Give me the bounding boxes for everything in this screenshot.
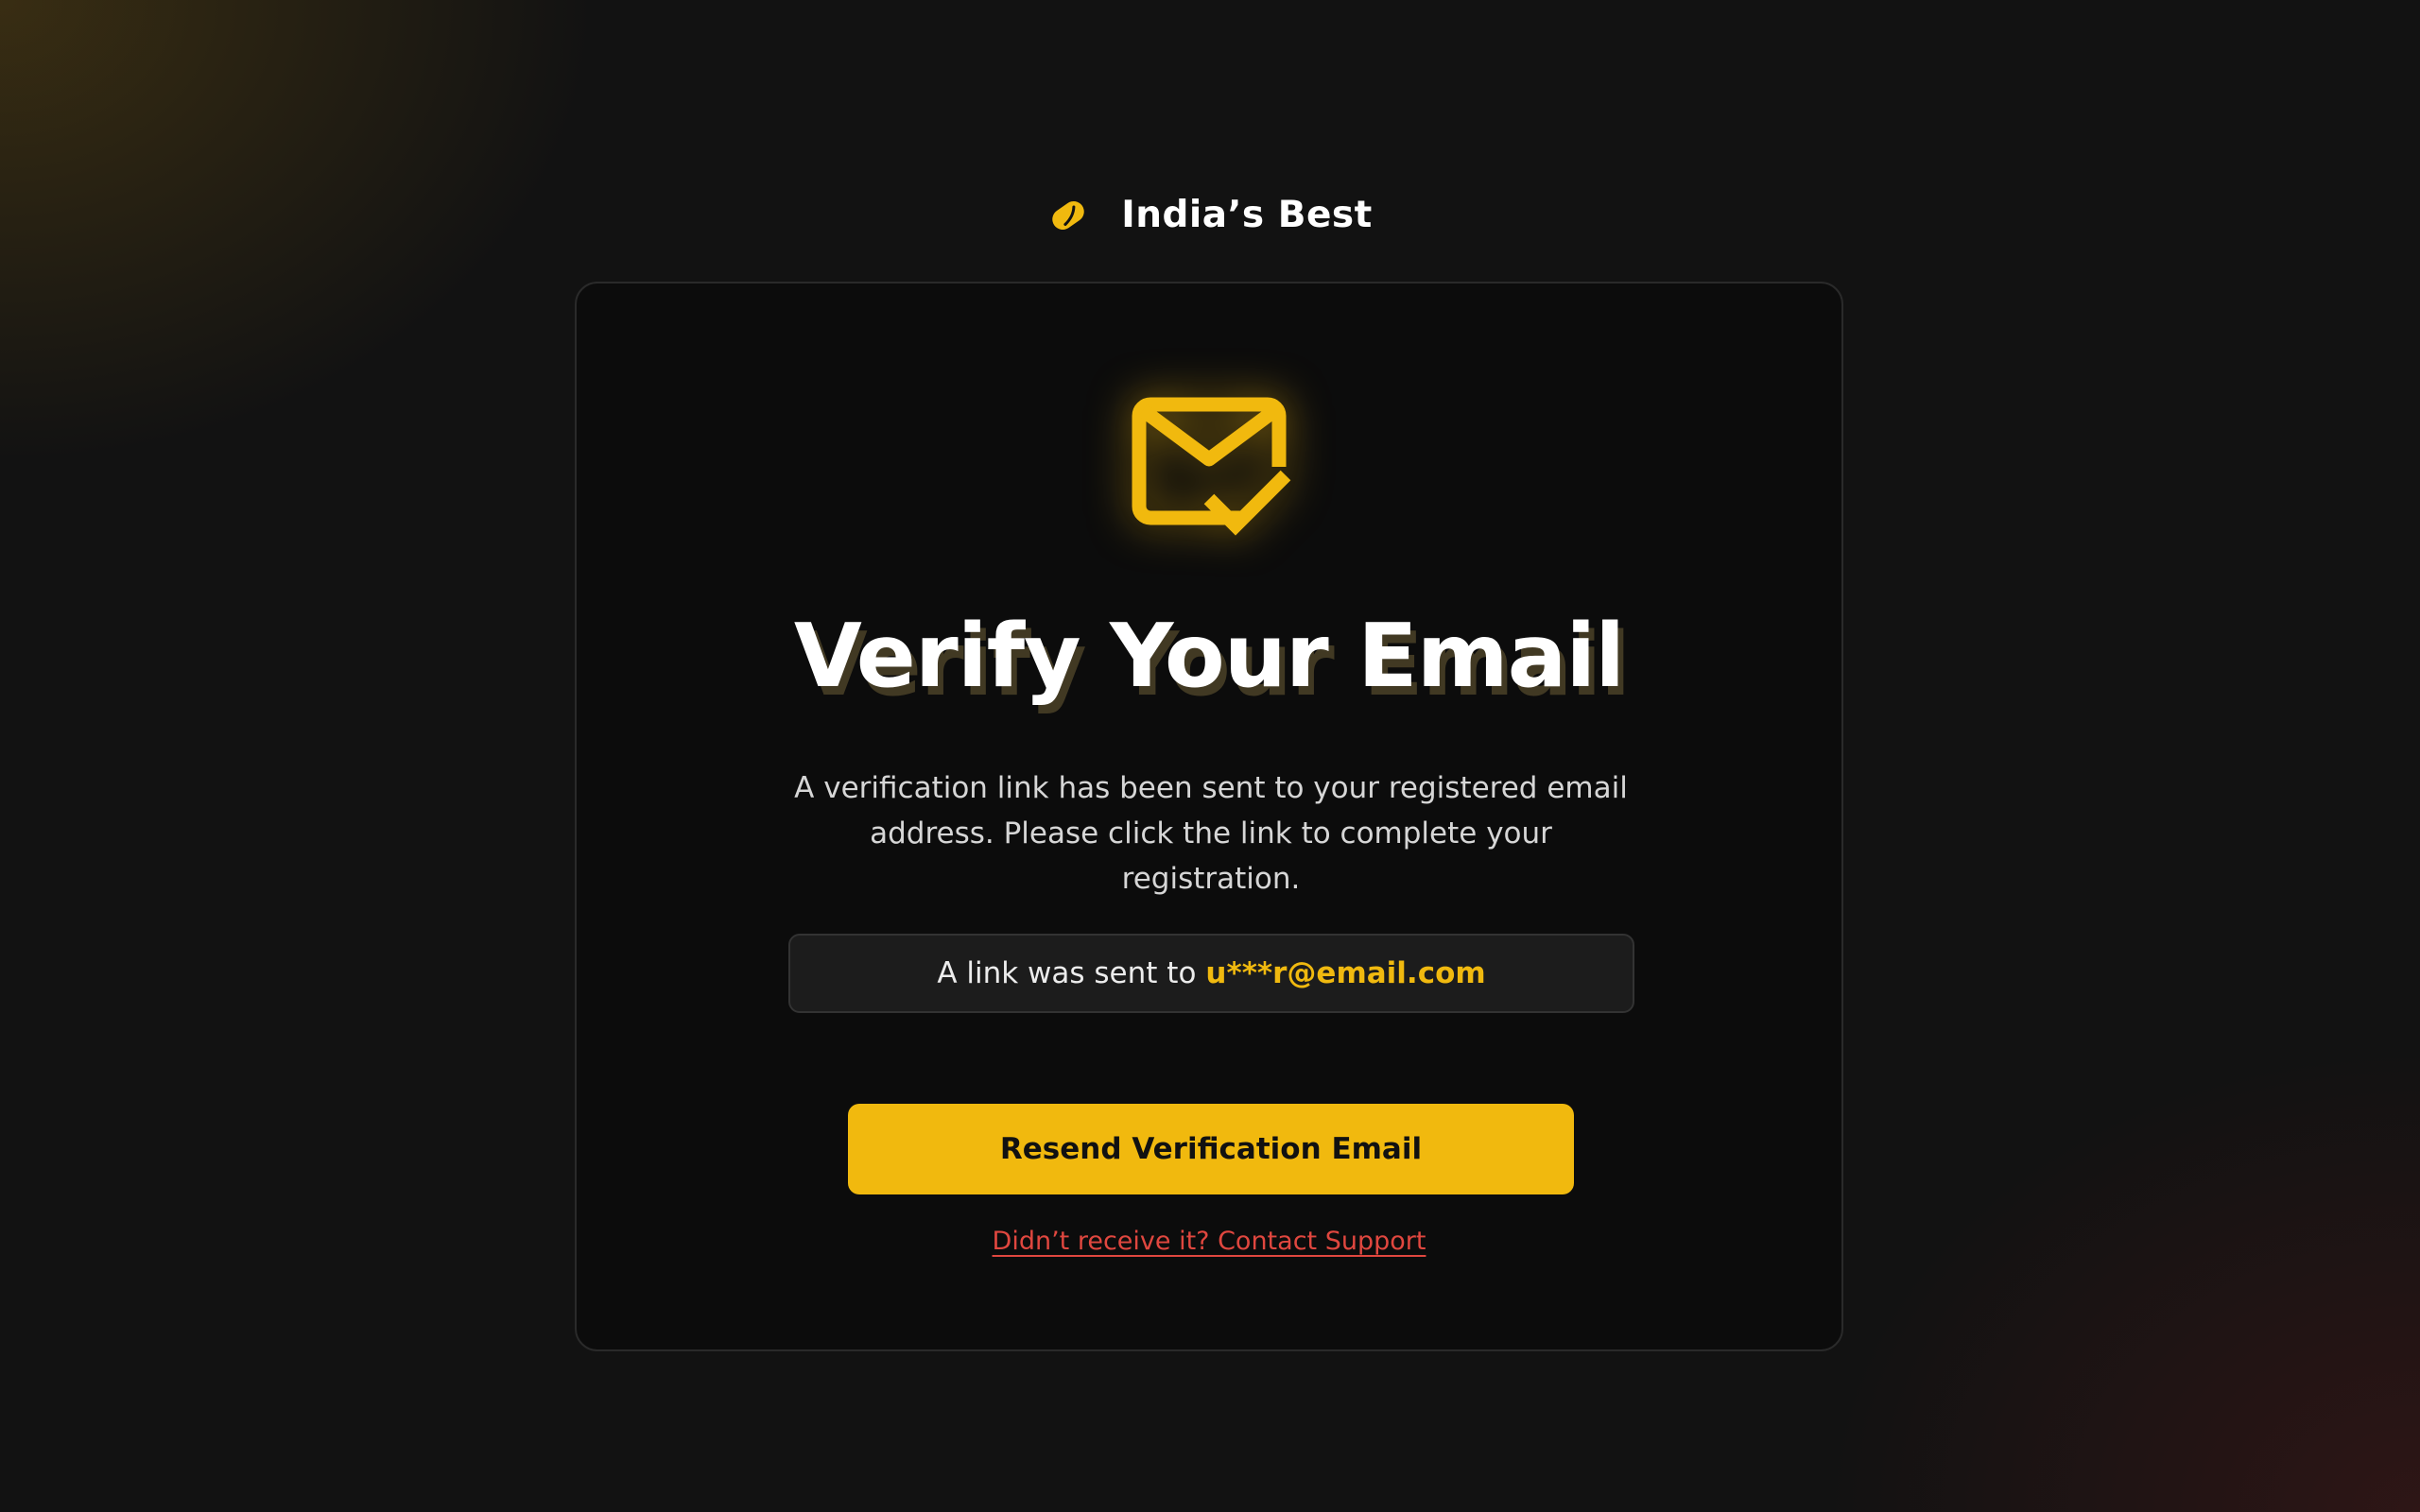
mail-check-icon xyxy=(1130,395,1296,546)
verify-email-card: Verify Your Email A verification link ha… xyxy=(575,282,1843,1351)
verification-description: A verification link has been sent to you… xyxy=(794,771,1628,896)
sent-to-prefix: A link was sent to xyxy=(937,956,1197,990)
sent-to-notice: A link was sent to u***r@email.com xyxy=(788,934,1634,1013)
brand-name: India’s Best xyxy=(1121,194,1373,236)
contact-support-link[interactable]: Didn’t receive it? Contact Support xyxy=(993,1227,1426,1256)
page-background: India’s Best Verify Your Email A verific… xyxy=(0,0,2420,1512)
resend-verification-button[interactable]: Resend Verification Email xyxy=(848,1104,1574,1194)
brand-header: India’s Best xyxy=(0,194,2420,236)
brand-logo-icon xyxy=(1047,195,1089,236)
page-title: Verify Your Email xyxy=(793,605,1625,707)
masked-email: u***r@email.com xyxy=(1205,956,1486,990)
support-link-wrapper: Didn’t receive it? Contact Support xyxy=(577,1227,1841,1256)
